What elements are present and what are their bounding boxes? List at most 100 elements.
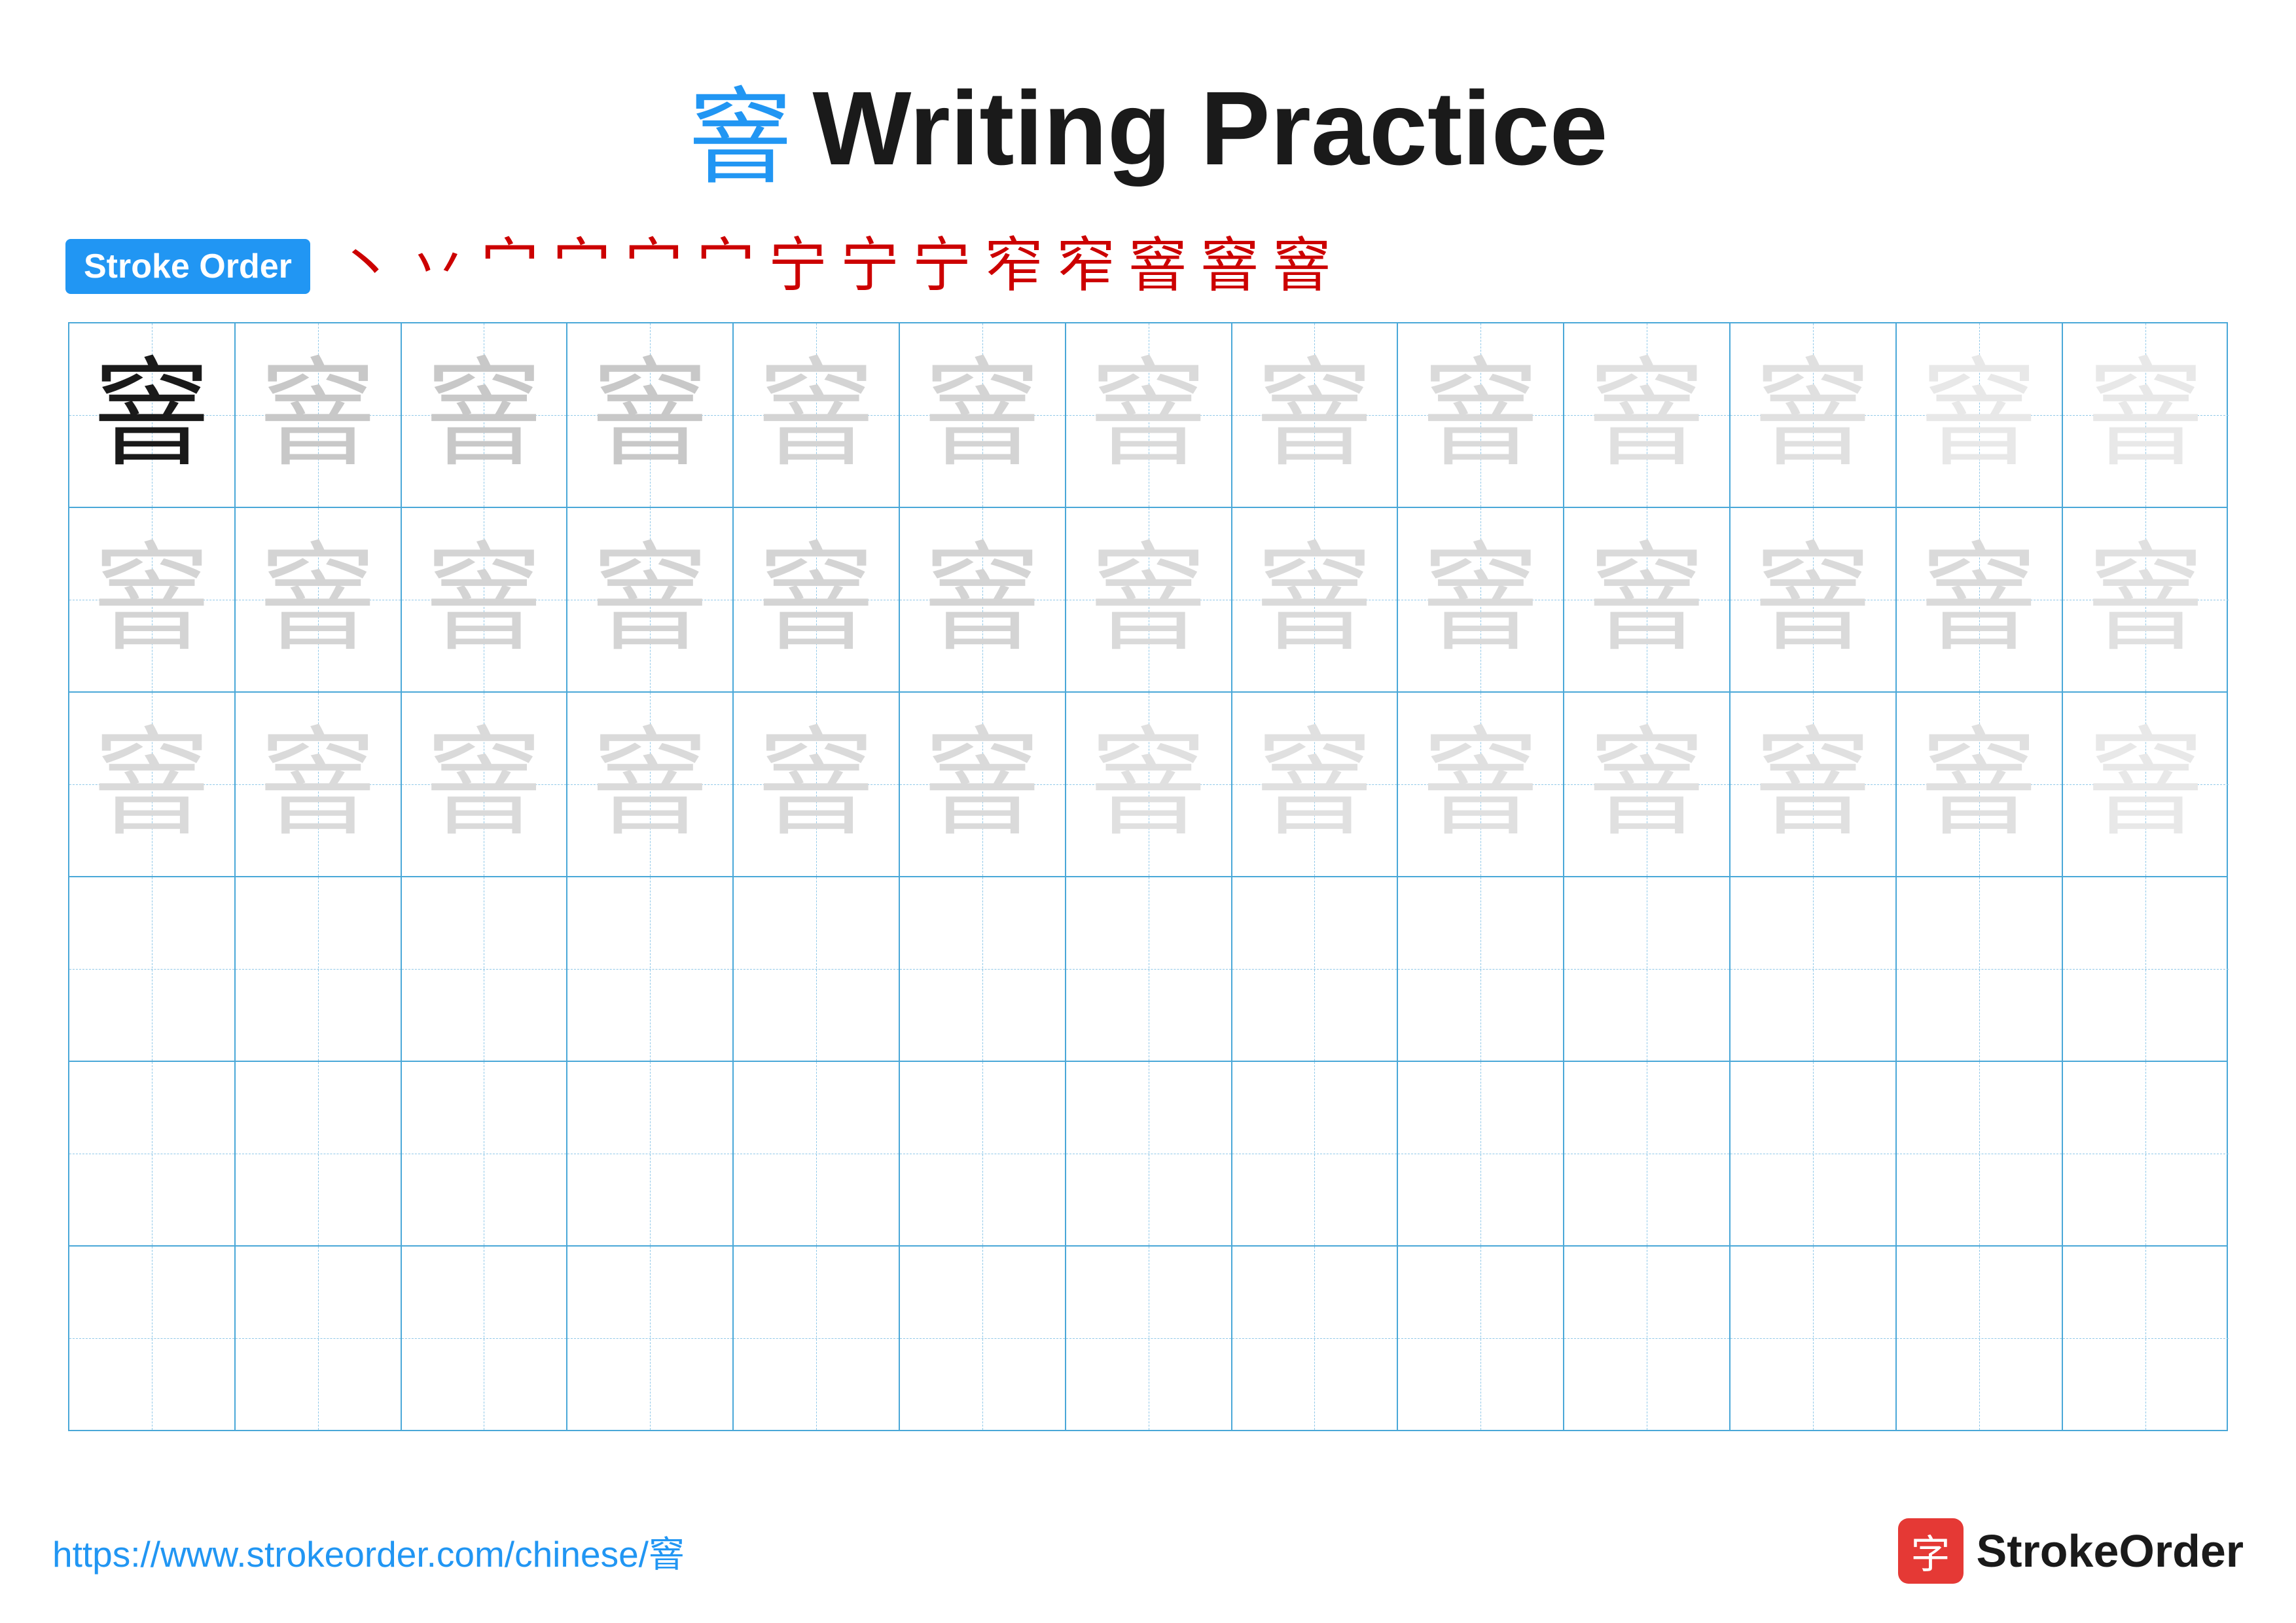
grid-cell-1-3[interactable]: 窨 bbox=[567, 508, 734, 691]
grid-cell-1-4[interactable]: 窨 bbox=[734, 508, 900, 691]
cell-character: 窨 bbox=[259, 541, 377, 659]
grid-cell-0-6[interactable]: 窨 bbox=[1066, 323, 1232, 507]
grid-cell-0-11[interactable]: 窨 bbox=[1897, 323, 2063, 507]
grid-cell-4-6[interactable] bbox=[1066, 1062, 1232, 1245]
grid-cell-3-9[interactable] bbox=[1564, 877, 1731, 1061]
grid-cell-4-3[interactable] bbox=[567, 1062, 734, 1245]
grid-cell-3-12[interactable] bbox=[2063, 877, 2229, 1061]
cell-character: 窨 bbox=[1588, 725, 1706, 843]
grid-cell-3-3[interactable] bbox=[567, 877, 734, 1061]
grid-cell-5-2[interactable] bbox=[402, 1247, 568, 1430]
grid-cell-3-2[interactable] bbox=[402, 877, 568, 1061]
grid-cell-2-10[interactable]: 窨 bbox=[1731, 693, 1897, 876]
grid-cell-2-3[interactable]: 窨 bbox=[567, 693, 734, 876]
cell-character: 窨 bbox=[1422, 725, 1539, 843]
stroke-step-2: 宀 bbox=[480, 237, 539, 296]
stroke-step-6: 宁 bbox=[768, 237, 827, 296]
grid-cell-5-3[interactable] bbox=[567, 1247, 734, 1430]
grid-cell-5-5[interactable] bbox=[900, 1247, 1066, 1430]
grid-cell-0-5[interactable]: 窨 bbox=[900, 323, 1066, 507]
grid-cell-2-7[interactable]: 窨 bbox=[1232, 693, 1399, 876]
grid-cell-0-8[interactable]: 窨 bbox=[1398, 323, 1564, 507]
cell-character: 窨 bbox=[1090, 541, 1208, 659]
grid-cell-1-12[interactable]: 窨 bbox=[2063, 508, 2229, 691]
grid-cell-1-5[interactable]: 窨 bbox=[900, 508, 1066, 691]
grid-cell-4-5[interactable] bbox=[900, 1062, 1066, 1245]
grid-cell-0-1[interactable]: 窨 bbox=[236, 323, 402, 507]
cell-character: 窨 bbox=[1255, 725, 1373, 843]
grid-cell-4-11[interactable] bbox=[1897, 1062, 2063, 1245]
grid-cell-2-5[interactable]: 窨 bbox=[900, 693, 1066, 876]
grid-cell-2-1[interactable]: 窨 bbox=[236, 693, 402, 876]
grid-row-2: 窨窨窨窨窨窨窨窨窨窨窨窨窨 bbox=[69, 693, 2227, 877]
cell-character: 窨 bbox=[1588, 541, 1706, 659]
grid-cell-3-4[interactable] bbox=[734, 877, 900, 1061]
cell-character: 窨 bbox=[1255, 356, 1373, 474]
grid-cell-5-4[interactable] bbox=[734, 1247, 900, 1430]
grid-cell-5-9[interactable] bbox=[1564, 1247, 1731, 1430]
grid-cell-5-1[interactable] bbox=[236, 1247, 402, 1430]
grid-cell-1-2[interactable]: 窨 bbox=[402, 508, 568, 691]
footer: https://www.strokeorder.com/chinese/窨 字 … bbox=[52, 1518, 2244, 1584]
grid-cell-5-0[interactable] bbox=[69, 1247, 236, 1430]
grid-cell-1-9[interactable]: 窨 bbox=[1564, 508, 1731, 691]
grid-cell-3-1[interactable] bbox=[236, 877, 402, 1061]
grid-cell-0-7[interactable]: 窨 bbox=[1232, 323, 1399, 507]
grid-cell-2-11[interactable]: 窨 bbox=[1897, 693, 2063, 876]
grid-cell-5-7[interactable] bbox=[1232, 1247, 1399, 1430]
grid-cell-4-12[interactable] bbox=[2063, 1062, 2229, 1245]
grid-cell-5-8[interactable] bbox=[1398, 1247, 1564, 1430]
grid-cell-2-0[interactable]: 窨 bbox=[69, 693, 236, 876]
grid-cell-4-0[interactable] bbox=[69, 1062, 236, 1245]
grid-cell-2-8[interactable]: 窨 bbox=[1398, 693, 1564, 876]
grid-cell-0-3[interactable]: 窨 bbox=[567, 323, 734, 507]
stroke-step-7: 宁 bbox=[840, 237, 899, 296]
cell-character: 窨 bbox=[924, 541, 1041, 659]
grid-cell-4-10[interactable] bbox=[1731, 1062, 1897, 1245]
grid-cell-1-6[interactable]: 窨 bbox=[1066, 508, 1232, 691]
grid-cell-4-9[interactable] bbox=[1564, 1062, 1731, 1245]
grid-cell-5-11[interactable] bbox=[1897, 1247, 2063, 1430]
grid-cell-1-1[interactable]: 窨 bbox=[236, 508, 402, 691]
grid-cell-1-0[interactable]: 窨 bbox=[69, 508, 236, 691]
grid-cell-1-8[interactable]: 窨 bbox=[1398, 508, 1564, 691]
grid-cell-2-2[interactable]: 窨 bbox=[402, 693, 568, 876]
grid-cell-0-0[interactable]: 窨 bbox=[69, 323, 236, 507]
grid-cell-0-4[interactable]: 窨 bbox=[734, 323, 900, 507]
grid-cell-3-10[interactable] bbox=[1731, 877, 1897, 1061]
grid-cell-3-5[interactable] bbox=[900, 877, 1066, 1061]
cell-character: 窨 bbox=[425, 725, 543, 843]
cell-character: 窨 bbox=[1754, 356, 1872, 474]
grid-cell-1-7[interactable]: 窨 bbox=[1232, 508, 1399, 691]
grid-cell-4-7[interactable] bbox=[1232, 1062, 1399, 1245]
cell-character: 窨 bbox=[2087, 725, 2204, 843]
grid-cell-3-11[interactable] bbox=[1897, 877, 2063, 1061]
stroke-step-10: 窄 bbox=[1056, 237, 1115, 296]
grid-cell-4-2[interactable] bbox=[402, 1062, 568, 1245]
cell-character: 窨 bbox=[1754, 725, 1872, 843]
grid-cell-2-4[interactable]: 窨 bbox=[734, 693, 900, 876]
grid-cell-0-10[interactable]: 窨 bbox=[1731, 323, 1897, 507]
grid-cell-5-10[interactable] bbox=[1731, 1247, 1897, 1430]
cell-character: 窨 bbox=[1920, 541, 2038, 659]
grid-cell-4-4[interactable] bbox=[734, 1062, 900, 1245]
grid-cell-2-9[interactable]: 窨 bbox=[1564, 693, 1731, 876]
grid-cell-5-6[interactable] bbox=[1066, 1247, 1232, 1430]
grid-cell-0-12[interactable]: 窨 bbox=[2063, 323, 2229, 507]
grid-cell-3-8[interactable] bbox=[1398, 877, 1564, 1061]
stroke-step-12: 窨 bbox=[1200, 237, 1259, 296]
grid-row-0: 窨窨窨窨窨窨窨窨窨窨窨窨窨 bbox=[69, 323, 2227, 508]
grid-cell-3-7[interactable] bbox=[1232, 877, 1399, 1061]
grid-cell-4-8[interactable] bbox=[1398, 1062, 1564, 1245]
grid-cell-4-1[interactable] bbox=[236, 1062, 402, 1245]
grid-cell-3-6[interactable] bbox=[1066, 877, 1232, 1061]
grid-cell-2-12[interactable]: 窨 bbox=[2063, 693, 2229, 876]
grid-cell-0-2[interactable]: 窨 bbox=[402, 323, 568, 507]
title-area: 窨 Writing Practice bbox=[688, 52, 1607, 204]
grid-cell-2-6[interactable]: 窨 bbox=[1066, 693, 1232, 876]
grid-cell-1-11[interactable]: 窨 bbox=[1897, 508, 2063, 691]
grid-cell-3-0[interactable] bbox=[69, 877, 236, 1061]
grid-cell-1-10[interactable]: 窨 bbox=[1731, 508, 1897, 691]
grid-cell-0-9[interactable]: 窨 bbox=[1564, 323, 1731, 507]
grid-cell-5-12[interactable] bbox=[2063, 1247, 2229, 1430]
